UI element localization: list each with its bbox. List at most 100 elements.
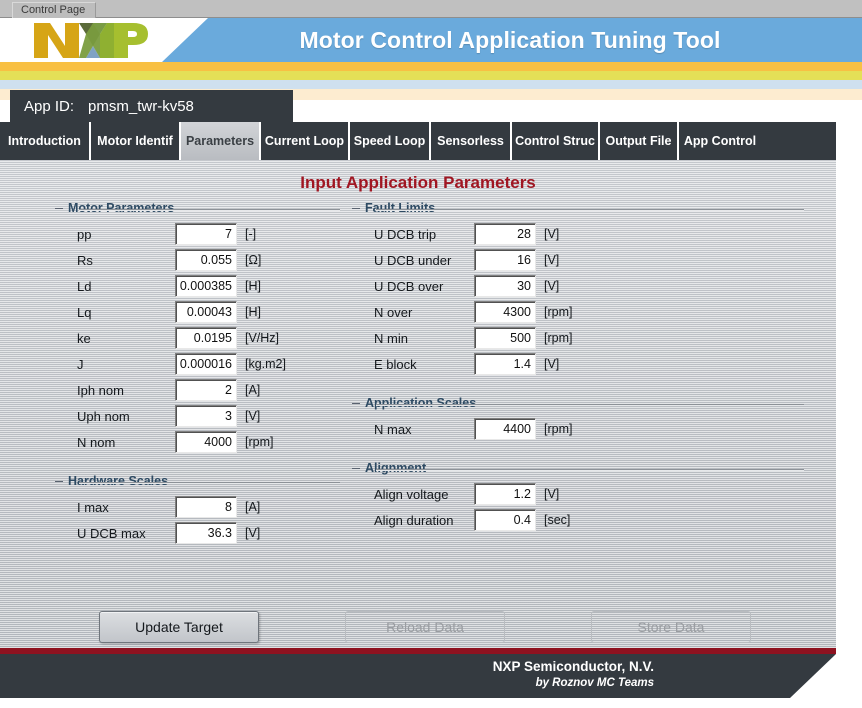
parameter-input[interactable]: 3 [175,405,237,427]
parameter-row: N over 4300 [rpm] [352,301,804,324]
group-collapse-dash-icon [352,403,360,404]
group-title: Motor Parameters [68,201,175,215]
parameter-row: E block 1.4 [V] [352,353,804,376]
tab-motor-identif[interactable]: Motor Identif [89,122,179,160]
reload-data-button: Reload Data [345,611,505,643]
parameter-unit: [V] [544,253,560,267]
parameter-input[interactable]: 0.00043 [175,301,237,323]
parameter-row: U DCB max 36.3 [V] [55,522,340,545]
group-rule [376,209,804,211]
update-target-button[interactable]: Update Target [99,611,259,643]
parameter-unit: [V] [245,526,261,540]
parameter-label: N nom [77,435,116,450]
group-collapse-dash-icon [352,468,360,469]
parameter-label: Ld [77,279,92,294]
tab-control-struc[interactable]: Control Struc [510,122,598,160]
parameter-input[interactable]: 8 [175,496,237,518]
tab-app-control[interactable]: App Control [677,122,761,160]
parameter-row: Iph nom 2 [A] [55,379,340,402]
parameter-unit: [rpm] [245,435,274,449]
parameter-unit: [V] [245,409,261,423]
parameter-row: U DCB under 16 [V] [352,249,804,272]
browser-tab-control-page[interactable]: Control Page [12,2,97,18]
parameter-input[interactable]: 4400 [474,418,536,440]
parameter-row: Ld 0.000385 [H] [55,275,340,298]
parameter-row: Align voltage 1.2 [V] [352,483,804,506]
parameter-input[interactable]: 0.4 [474,509,536,531]
group-hardware-scales: Hardware Scales I max 8 [A] U DCB max 36.3 [V] [55,474,340,544]
group-collapse-dash-icon [55,481,63,482]
app-id-label: App ID: [24,97,75,115]
parameter-label: U DCB max [77,526,146,541]
parameter-row: U DCB over 30 [V] [352,275,804,298]
parameter-row: U DCB trip 28 [V] [352,223,804,246]
application-window: Control Page Motor Control Application T… [0,0,862,708]
parameter-unit: [H] [245,279,261,293]
titlebar-background [0,0,862,18]
parameter-unit: [rpm] [544,331,573,345]
group-fault-limits: Fault Limits U DCB trip 28 [V] U DCB under 16… [352,201,804,375]
footer-credit: by Roznov MC Teams [535,677,654,689]
tab-sensorless[interactable]: Sensorless [429,122,510,160]
parameter-unit: [kg.m2] [245,357,286,371]
parameter-unit: [H] [245,305,261,319]
footer-company: NXP Semiconductor, N.V. [492,659,654,674]
app-id-value: pmsm_twr-kv58 [88,97,194,115]
parameter-unit: [sec] [544,513,571,527]
tab-label: Parameters [185,134,255,148]
parameter-row: N min 500 [rpm] [352,327,804,350]
group-title: Alignment [365,461,427,475]
parameter-unit: [rpm] [544,305,573,319]
parameter-input[interactable]: 7 [175,223,237,245]
tab-label: Motor Identif [97,134,173,148]
tab-label: Control Struc [515,134,595,148]
parameter-unit: [V] [544,279,560,293]
tab-label: Sensorless [437,134,504,148]
parameter-input[interactable]: 16 [474,249,536,271]
group-header: Application Scales [352,396,804,412]
parameter-input[interactable]: 36.3 [175,522,237,544]
app-id-bar: App ID: pmsm_twr-kv58 [10,90,293,122]
group-motor-parameters: Motor Parameters pp 7 [-] Rs 0.055 [Ω] Ld 0.0003… [55,201,340,453]
button-label: Store Data [637,619,705,635]
parameter-row: Lq 0.00043 [H] [55,301,340,324]
parameter-input[interactable]: 4300 [474,301,536,323]
parameter-input[interactable]: 1.4 [474,353,536,375]
tab-current-loop[interactable]: Current Loop [259,122,348,160]
parameter-row: Rs 0.055 [Ω] [55,249,340,272]
store-data-button: Store Data [591,611,751,643]
parameter-label: U DCB under [374,253,452,268]
banner-stripe-lightblue [0,80,862,89]
tab-label: Introduction [8,134,81,148]
parameter-input[interactable]: 2 [175,379,237,401]
parameter-input[interactable]: 0.055 [175,249,237,271]
parameter-label: Align duration [374,513,454,528]
parameter-input[interactable]: 500 [474,327,536,349]
parameter-input[interactable]: 1.2 [474,483,536,505]
page-title: Input Application Parameters [300,173,536,192]
parameter-input[interactable]: 28 [474,223,536,245]
parameter-input[interactable]: 4000 [175,431,237,453]
parameter-unit: [-] [245,227,257,241]
parameter-label: Align voltage [374,487,449,502]
parameter-label: U DCB over [374,279,444,294]
parameter-input[interactable]: 0.000385 [175,275,237,297]
tab-introduction[interactable]: Introduction [0,122,89,160]
parameter-input[interactable]: 0.000016 [175,353,237,375]
parameter-input[interactable]: 0.0195 [175,327,237,349]
parameter-input[interactable]: 30 [474,275,536,297]
parameter-unit: [V] [544,487,560,501]
tab-speed-loop[interactable]: Speed Loop [348,122,429,160]
tab-label: App Control [683,134,757,148]
tab-bar: Introduction Motor Identif Parameters Curre… [0,122,836,160]
tab-parameters[interactable]: Parameters [179,122,259,160]
parameter-row: N max 4400 [rpm] [352,418,804,441]
group-header: Fault Limits [352,201,804,217]
parameter-label: E block [374,357,417,372]
parameter-unit: [V] [544,357,560,371]
parameter-label: Iph nom [77,383,124,398]
parameter-row: ke 0.0195 [V/Hz] [55,327,340,350]
tab-output-file[interactable]: Output File [598,122,677,160]
group-application-scales: Application Scales N max 4400 [rpm] [352,396,804,440]
parameter-unit: [V] [544,227,560,241]
